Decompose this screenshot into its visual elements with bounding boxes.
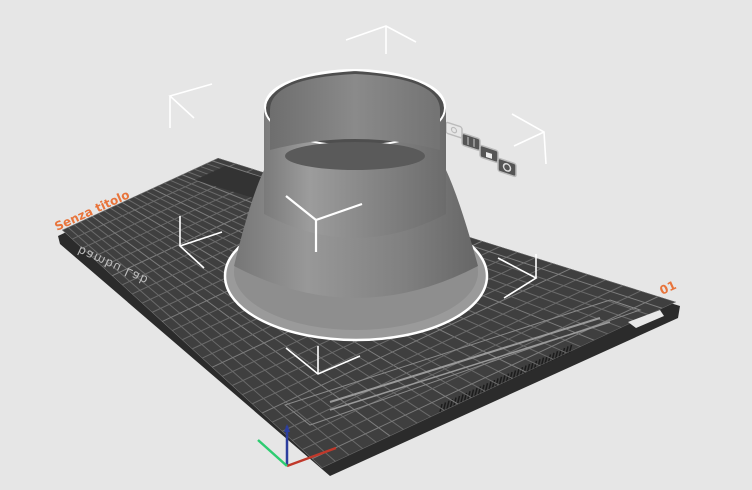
lock-icon[interactable] [479,144,499,164]
arrange-icon[interactable] [461,132,481,152]
plate-tools [445,121,517,178]
camera-view-icon[interactable] [445,121,463,139]
3d-viewport[interactable]: Senza titolo bambu Lab 01 [0,0,752,490]
plate-index-label[interactable]: 01 [657,278,678,298]
settings-icon[interactable] [497,157,517,178]
